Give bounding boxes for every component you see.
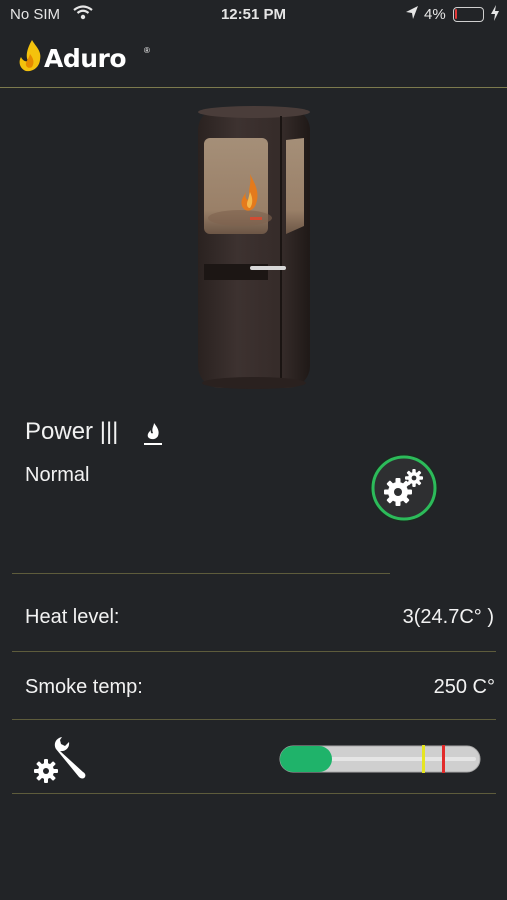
smoke-temp-label: Smoke temp: <box>25 676 143 698</box>
power-status: Power ||| <box>25 418 118 446</box>
brand-name: Aduro <box>44 44 127 73</box>
location-arrow-icon <box>405 5 419 25</box>
gauge-fill <box>280 746 332 772</box>
smoke-temp-gauge <box>279 745 481 773</box>
section-divider <box>12 573 390 574</box>
heat-level-value: 3(24.7C° ) <box>402 606 494 628</box>
smoke-temp-value: 250 C° <box>433 676 495 698</box>
service-tools-icon[interactable] <box>32 733 86 787</box>
aduro-flame-logo-icon <box>18 38 44 78</box>
row-divider <box>12 719 496 720</box>
flame-icon[interactable] <box>143 422 163 451</box>
header-divider <box>0 87 507 88</box>
registered-mark: ® <box>144 46 150 55</box>
operating-mode: Normal <box>25 464 90 486</box>
charging-bolt-icon <box>491 5 499 25</box>
battery-percent: 4% <box>424 6 446 23</box>
power-level-bars: ||| <box>99 418 119 445</box>
battery-icon <box>453 7 484 22</box>
stove-illustration <box>198 106 310 389</box>
gauge-warning-marker <box>422 745 425 773</box>
row-divider <box>12 651 496 652</box>
gauge-limit-marker <box>442 745 445 773</box>
power-label: Power <box>25 418 94 445</box>
heat-level-label: Heat level: <box>25 606 120 628</box>
battery-fill <box>455 9 457 19</box>
status-bar: No SIM 12:51 PM 4% <box>0 0 507 30</box>
row-divider <box>12 793 496 794</box>
stove-settings-button[interactable] <box>368 452 440 524</box>
